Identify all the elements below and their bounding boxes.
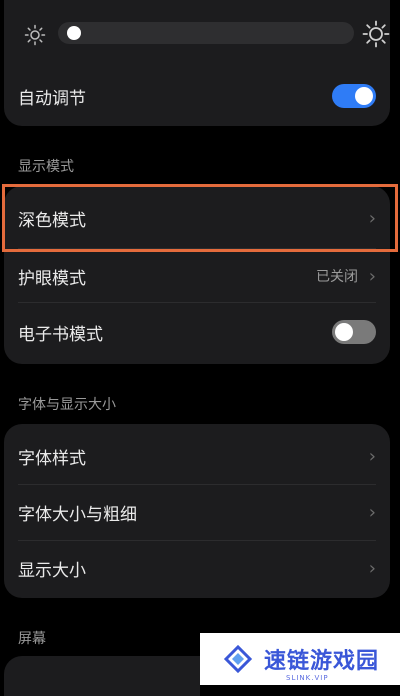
chevron-right-icon: ›	[368, 501, 376, 523]
display-mode-card: 深色模式 › 护眼模式 已关闭 › 电子书模式	[4, 186, 390, 364]
eye-care-row[interactable]: 护眼模式 已关闭 ›	[4, 248, 390, 304]
font-style-row[interactable]: 字体样式 ›	[4, 428, 390, 484]
watermark: 速链游戏园 SLINK.VIP	[200, 633, 400, 685]
divider	[18, 302, 376, 303]
chevron-right-icon: ›	[368, 265, 376, 287]
screen-section-title: 屏幕	[18, 631, 46, 647]
toggle-knob	[355, 87, 373, 105]
chevron-right-icon: ›	[368, 557, 376, 579]
font-style-label: 字体样式	[18, 448, 86, 469]
display-size-label: 显示大小	[18, 560, 86, 581]
font-size-weight-label: 字体大小与粗细	[18, 504, 137, 525]
font-size-weight-row[interactable]: 字体大小与粗细 ›	[4, 484, 390, 540]
font-card: 字体样式 › 字体大小与粗细 › 显示大小 ›	[4, 424, 390, 598]
auto-brightness-row[interactable]: 自动调节	[4, 68, 390, 124]
brightness-slider[interactable]	[58, 22, 354, 44]
auto-brightness-toggle[interactable]	[332, 84, 376, 108]
screen-card[interactable]	[4, 656, 200, 696]
sun-large-icon	[362, 20, 390, 48]
chevron-right-icon: ›	[368, 207, 376, 229]
sun-small-icon	[24, 24, 46, 46]
watermark-logo-icon	[223, 644, 253, 674]
display-mode-section-title: 显示模式	[18, 159, 74, 175]
eye-care-label: 护眼模式	[18, 268, 86, 289]
ebook-mode-label: 电子书模式	[18, 324, 103, 345]
toggle-knob	[335, 323, 353, 341]
brightness-card: 自动调节	[4, 0, 390, 126]
dark-mode-row[interactable]: 深色模式 ›	[4, 190, 390, 246]
font-section-title: 字体与显示大小	[18, 397, 116, 413]
eye-care-value: 已关闭	[316, 269, 358, 285]
ebook-mode-row[interactable]: 电子书模式	[4, 304, 390, 360]
brightness-slider-knob[interactable]	[67, 26, 82, 40]
watermark-name: 速链游戏园	[264, 649, 380, 674]
chevron-right-icon: ›	[368, 445, 376, 467]
ebook-mode-toggle[interactable]	[332, 320, 376, 344]
auto-brightness-label: 自动调节	[18, 88, 86, 109]
display-size-row[interactable]: 显示大小 ›	[4, 540, 390, 596]
dark-mode-label: 深色模式	[18, 210, 86, 231]
watermark-url: SLINK.VIP	[286, 674, 329, 682]
